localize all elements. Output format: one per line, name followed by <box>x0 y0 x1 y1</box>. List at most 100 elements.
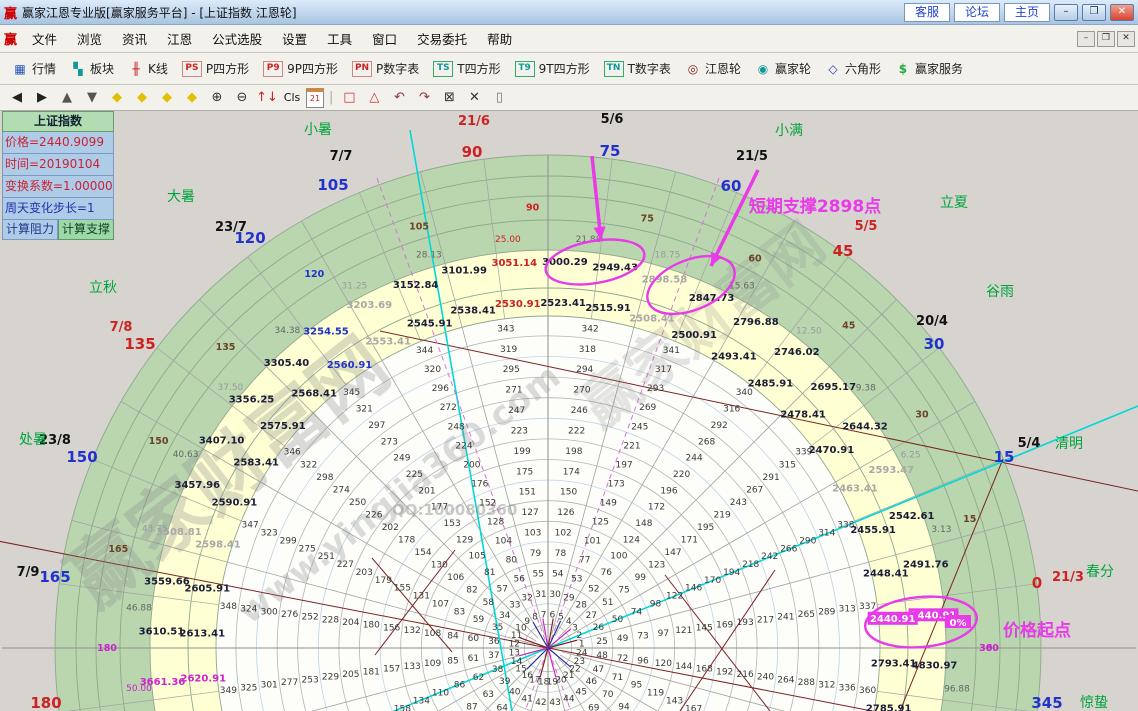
menu-item-工具[interactable]: 工具 <box>317 29 362 48</box>
svg-text:86: 86 <box>454 681 466 691</box>
svg-text:299: 299 <box>280 536 297 546</box>
svg-text:37: 37 <box>488 651 499 661</box>
svg-text:268: 268 <box>698 437 715 447</box>
triangle-tool-icon[interactable]: △ <box>363 88 385 107</box>
svg-text:78: 78 <box>555 549 567 559</box>
toolbar-button-9T四方形[interactable]: T99T四方形 <box>509 58 596 79</box>
prev-arrow-icon[interactable]: ◀ <box>6 88 28 107</box>
arc-cw-icon[interactable]: ↷ <box>413 88 435 107</box>
svg-text:102: 102 <box>555 529 572 539</box>
svg-text:197: 197 <box>616 460 633 470</box>
svg-text:313: 313 <box>839 605 856 615</box>
svg-text:2553.41: 2553.41 <box>365 337 411 348</box>
titlebar-link-主页[interactable]: 主页 <box>1004 3 1050 22</box>
toolbar-button-赢家服务[interactable]: $赢家服务 <box>889 58 969 79</box>
svg-text:45: 45 <box>833 242 854 260</box>
zoom-out-icon[interactable]: ⊖ <box>231 88 253 107</box>
minimize-button[interactable]: – <box>1054 4 1078 21</box>
svg-text:295: 295 <box>503 365 520 375</box>
toolbar-button-板块[interactable]: ▚板块 <box>64 58 120 79</box>
toolbar-button-行情[interactable]: ▦行情 <box>6 58 62 79</box>
P9-icon: P9 <box>263 61 283 77</box>
svg-text:2515.91: 2515.91 <box>585 303 631 314</box>
menu-item-交易委托[interactable]: 交易委托 <box>407 29 477 48</box>
svg-text:2455.91: 2455.91 <box>850 525 896 536</box>
svg-text:100: 100 <box>610 552 627 562</box>
toolbar-button-赢家轮[interactable]: ◉赢家轮 <box>749 58 817 79</box>
svg-text:250: 250 <box>349 498 366 508</box>
panel-row-1: 时间=20190104 <box>2 154 114 176</box>
button-计算阻力[interactable]: 计算阻力 <box>2 220 58 240</box>
maximize-button[interactable]: ❐ <box>1082 4 1106 21</box>
svg-text:7: 7 <box>541 610 547 620</box>
menu-item-窗口[interactable]: 窗口 <box>362 29 407 48</box>
toolbar-button-六角形[interactable]: ◇六角形 <box>819 58 887 79</box>
boxed-x-icon[interactable]: ⊠ <box>438 88 460 107</box>
toolbar-button-T四方形[interactable]: TST四方形 <box>427 58 506 79</box>
menu-item-文件[interactable]: 文件 <box>22 29 67 48</box>
svg-text:51: 51 <box>602 598 613 608</box>
diamond-up-icon[interactable]: ◆ <box>156 88 178 107</box>
svg-text:45: 45 <box>575 687 586 697</box>
svg-text:247: 247 <box>508 406 525 416</box>
titlebar-link-论坛[interactable]: 论坛 <box>954 3 1000 22</box>
mdi-close-button[interactable]: ✕ <box>1117 31 1135 47</box>
svg-text:2500.91: 2500.91 <box>671 330 717 341</box>
svg-text:90: 90 <box>462 143 483 161</box>
titlebar-link-客服[interactable]: 客服 <box>904 3 950 22</box>
svg-text:292: 292 <box>711 421 728 431</box>
toolbar-button-9P四方形[interactable]: P99P四方形 <box>257 58 344 79</box>
menu-item-资讯[interactable]: 资讯 <box>112 29 157 48</box>
next-arrow-icon[interactable]: ▶ <box>31 88 53 107</box>
menu-item-江恩[interactable]: 江恩 <box>157 29 202 48</box>
rotate-right-tri-icon[interactable]: ▼ <box>81 88 103 107</box>
menu-item-公式选股[interactable]: 公式选股 <box>202 29 272 48</box>
svg-text:95: 95 <box>631 681 642 691</box>
clip-tool-icon[interactable]: ▯ <box>488 88 510 107</box>
svg-text:155: 155 <box>394 584 411 594</box>
diamond-right-icon[interactable]: ◆ <box>131 88 153 107</box>
cls-button[interactable]: Cls <box>281 88 303 107</box>
svg-text:4: 4 <box>566 617 572 627</box>
svg-text:169: 169 <box>716 621 733 631</box>
mdi-restore-button[interactable]: ❐ <box>1097 31 1115 47</box>
close-button[interactable]: ✕ <box>1110 4 1134 21</box>
arc-ccw-icon[interactable]: ↶ <box>388 88 410 107</box>
svg-text:151: 151 <box>519 488 536 498</box>
toolbar-button-江恩轮[interactable]: ◎江恩轮 <box>679 58 747 79</box>
svg-text:2605.91: 2605.91 <box>185 583 231 594</box>
svg-text:97: 97 <box>658 629 669 639</box>
square-tool-icon[interactable]: □ <box>338 88 360 107</box>
svg-text:125: 125 <box>592 517 609 527</box>
diamond-down-icon[interactable]: ◆ <box>181 88 203 107</box>
zoom-in-icon[interactable]: ⊕ <box>206 88 228 107</box>
svg-text:105: 105 <box>469 552 486 562</box>
rotate-left-tri-icon[interactable]: ▲ <box>56 88 78 107</box>
svg-text:109: 109 <box>424 659 441 669</box>
svg-text:340: 340 <box>736 388 753 398</box>
svg-text:242: 242 <box>761 552 778 562</box>
svg-text:39: 39 <box>499 677 511 687</box>
toolbar-button-K线[interactable]: ╫K线 <box>122 58 174 79</box>
svg-text:8: 8 <box>532 613 538 623</box>
calendar-icon[interactable]: 21 <box>306 88 324 108</box>
resize-x-icon[interactable]: ✕ <box>463 88 485 107</box>
svg-text:106: 106 <box>447 573 464 583</box>
svg-text:222: 222 <box>568 427 585 437</box>
updown-icon[interactable]: ↑↓ <box>256 88 278 107</box>
diamond-left-icon[interactable]: ◆ <box>106 88 128 107</box>
svg-text:小暑: 小暑 <box>304 122 332 138</box>
svg-text:70: 70 <box>602 690 614 700</box>
svg-text:174: 174 <box>563 467 580 477</box>
menu-item-帮助[interactable]: 帮助 <box>477 29 522 48</box>
menu-item-浏览[interactable]: 浏览 <box>67 29 112 48</box>
svg-text:84: 84 <box>447 632 459 642</box>
mdi-minimize-button[interactable]: – <box>1077 31 1095 47</box>
button-计算支撑[interactable]: 计算支撑 <box>58 220 114 240</box>
price-origin-annotation: 价格起点 <box>1003 620 1071 641</box>
toolbar-button-P四方形[interactable]: PSP四方形 <box>176 58 255 79</box>
toolbar-button-T数字表[interactable]: TNT数字表 <box>598 58 677 79</box>
toolbar-button-P数字表[interactable]: PNP数字表 <box>346 58 425 79</box>
menu-item-设置[interactable]: 设置 <box>272 29 317 48</box>
svg-text:127: 127 <box>522 508 539 518</box>
